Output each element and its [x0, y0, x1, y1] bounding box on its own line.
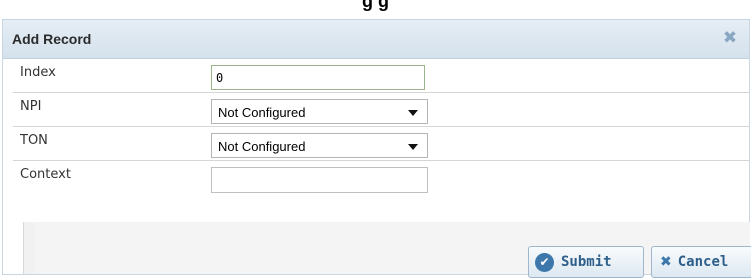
npi-label: NPI	[20, 99, 42, 114]
chevron-down-icon	[408, 110, 418, 116]
clipped-heading-text: g g	[362, 0, 389, 11]
cancel-button[interactable]: ✖ Cancel	[651, 246, 751, 278]
context-label: Context	[20, 167, 71, 182]
cancel-label: Cancel	[677, 254, 729, 270]
close-icon[interactable]: ✖	[719, 27, 741, 49]
field-row-npi: NPI Not Configured	[13, 93, 749, 127]
field-row-index: Index	[13, 59, 749, 93]
context-input[interactable]	[211, 167, 428, 193]
add-record-dialog: Add Record ✖ Index NPI Not Configured TO…	[2, 19, 751, 278]
ton-select[interactable]: Not Configured	[211, 133, 428, 158]
chevron-down-icon	[408, 144, 418, 150]
index-input[interactable]	[211, 65, 425, 90]
dialog-titlebar: Add Record ✖	[3, 20, 749, 59]
clipped-page-heading: g g	[0, 0, 751, 18]
submit-label: Submit	[561, 254, 612, 270]
submit-button[interactable]: ✔ Submit	[528, 246, 644, 278]
dialog-title: Add Record	[12, 31, 92, 47]
npi-select[interactable]: Not Configured	[211, 99, 428, 124]
field-row-ton: TON Not Configured	[13, 127, 749, 161]
npi-selected-value: Not Configured	[218, 105, 306, 120]
dialog-footer: ✔ Submit ✖ Cancel	[23, 222, 751, 278]
check-circle-icon: ✔	[535, 252, 554, 272]
index-label: Index	[20, 65, 56, 80]
x-icon: ✖	[660, 254, 672, 270]
ton-selected-value: Not Configured	[218, 139, 306, 154]
ton-label: TON	[20, 133, 48, 148]
field-row-context: Context	[13, 161, 749, 194]
